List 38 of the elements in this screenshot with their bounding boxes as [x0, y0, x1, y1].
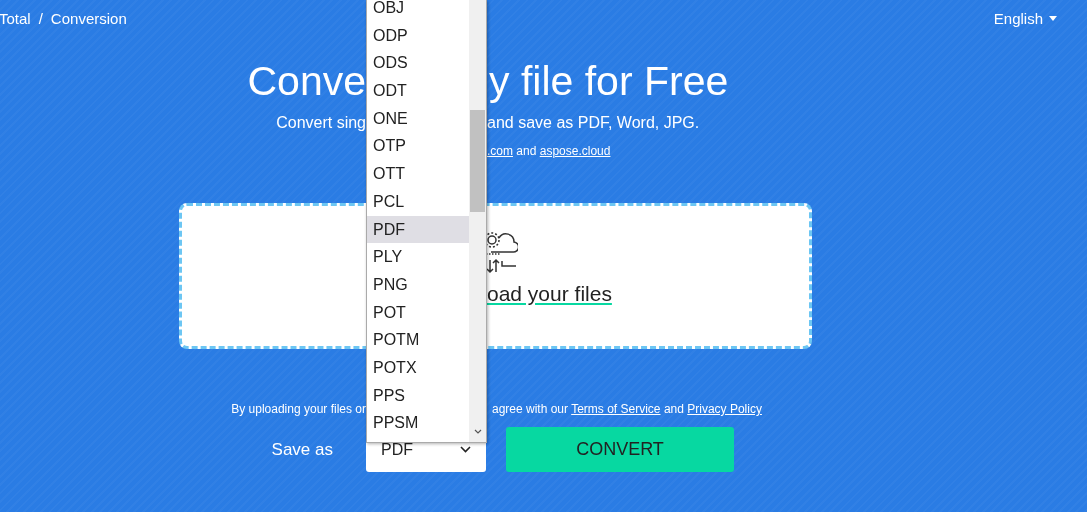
powered-by-text: and — [516, 144, 537, 158]
scrollbar-thumb[interactable] — [470, 110, 485, 212]
scrollbar[interactable] — [469, 0, 486, 442]
format-option[interactable]: ODP — [367, 21, 469, 50]
format-option[interactable]: POT — [367, 298, 469, 327]
format-option[interactable]: ODT — [367, 77, 469, 105]
upload-link[interactable]: oad your files — [487, 282, 612, 306]
link[interactable]: .com — [487, 144, 513, 158]
format-option[interactable]: PLY — [367, 243, 469, 271]
format-option[interactable]: ODS — [367, 49, 469, 78]
format-option[interactable]: OTP — [367, 132, 469, 161]
subtitle: and save as PDF, Word, JPG. — [487, 114, 700, 132]
format-option[interactable]: OTT — [367, 160, 469, 188]
subtitle: Convert sing — [276, 114, 366, 132]
convert-button[interactable]: CONVERT — [506, 427, 734, 472]
format-option[interactable]: PDF — [367, 215, 469, 244]
chevron-down-icon — [460, 446, 471, 453]
page-title: y file for Free — [488, 58, 729, 105]
language-menu[interactable]: English — [993, 9, 1057, 27]
consent-text: and — [663, 402, 684, 416]
scroll-down-icon[interactable] — [474, 429, 482, 434]
caret-icon — [1049, 15, 1057, 21]
format-option[interactable]: ONE — [367, 104, 469, 133]
consent-text: agree with our — [492, 402, 569, 416]
format-option[interactable]: POTX — [367, 353, 469, 382]
format-option[interactable]: OBJ — [367, 0, 469, 22]
consent-text: By uploading your files or — [231, 402, 366, 416]
format-option[interactable]: PPS — [367, 381, 469, 410]
link[interactable]: aspose.cloud — [539, 144, 611, 158]
breadcrumb-link[interactable]: Conversion — [50, 9, 127, 27]
privacy-link[interactable]: Privacy Policy — [687, 402, 762, 416]
terms-link[interactable]: Terms of Service — [571, 402, 661, 416]
breadcrumb-separator: / — [38, 9, 43, 27]
cloud-gear-icon — [484, 230, 518, 276]
breadcrumb-link[interactable]: Total — [0, 9, 31, 27]
format-option[interactable]: PNG — [367, 270, 469, 299]
page-title: Conve — [247, 58, 366, 105]
save-as-label: Save as — [271, 439, 334, 460]
